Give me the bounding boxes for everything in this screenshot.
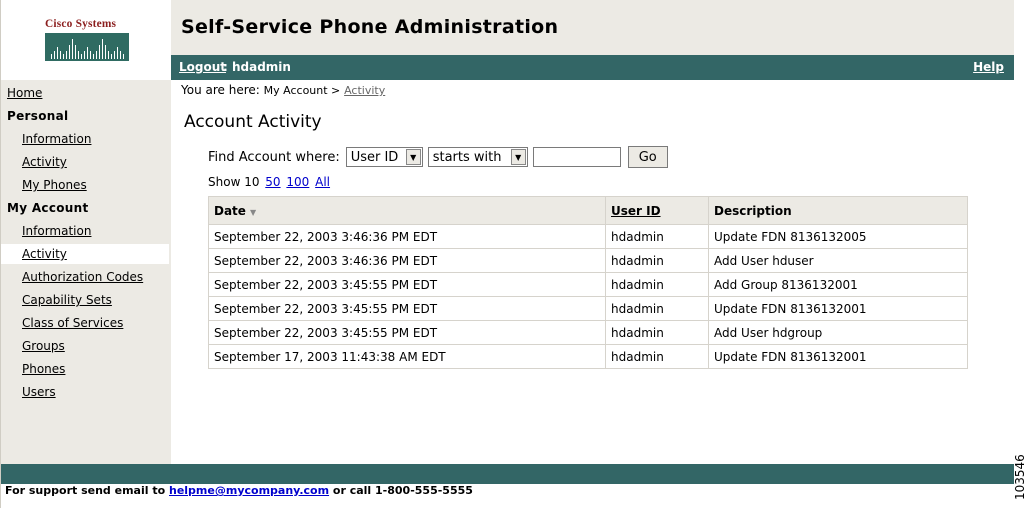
footer-suffix: or call 1-800-555-5555 (332, 484, 473, 497)
table-row: September 22, 2003 3:45:55 PM EDT hdadmi… (208, 320, 968, 345)
sidebar-item-home[interactable]: Home (1, 83, 169, 103)
logout-link[interactable]: Logout (179, 60, 226, 74)
page-size-all-link[interactable]: All (315, 175, 330, 189)
logo-bars-icon (45, 33, 129, 61)
column-header-date[interactable]: Date ▼ (208, 196, 606, 225)
cell-user: hdadmin (605, 296, 709, 321)
cell-description: Update FDN 8136132005 (708, 224, 968, 249)
cell-date: September 22, 2003 3:45:55 PM EDT (208, 272, 606, 297)
table-row: September 22, 2003 3:45:55 PM EDT hdadmi… (208, 296, 968, 321)
table-row: September 22, 2003 3:46:36 PM EDT hdadmi… (208, 224, 968, 249)
sort-down-icon: ▼ (249, 207, 257, 217)
page-size-selector: Show 10 50 100 All (208, 175, 330, 189)
support-email-link[interactable]: helpme@mycompany.com (169, 484, 329, 497)
column-header-description: Description (708, 196, 968, 225)
status-bar: Logout : hdadmin Help (171, 55, 1014, 80)
footer-bar (1, 464, 1014, 484)
table-row: September 17, 2003 11:43:38 AM EDT hdadm… (208, 344, 968, 369)
logo: Cisco Systems (1, 0, 171, 80)
cell-user: hdadmin (605, 224, 709, 249)
search-form: Find Account where: User ID ▼ starts wit… (208, 146, 668, 168)
sidebar-item-phones[interactable]: Phones (1, 359, 169, 379)
page-size-50-link[interactable]: 50 (265, 175, 280, 189)
show-label: Show 10 (208, 175, 260, 189)
cell-description: Add Group 8136132001 (708, 272, 968, 297)
table-header-row: Date ▼ User ID Description (208, 196, 968, 225)
field-select[interactable]: User ID ▼ (345, 147, 423, 167)
column-header-user-id[interactable]: User ID (605, 196, 709, 225)
sidebar-item-capability-sets[interactable]: Capability Sets (1, 290, 169, 310)
cell-description: Update FDN 8136132001 (708, 344, 968, 369)
page-title: Account Activity (184, 112, 322, 132)
cell-user: hdadmin (605, 272, 709, 297)
chevron-down-icon: ▼ (405, 149, 421, 165)
cell-date: September 17, 2003 11:43:38 AM EDT (208, 344, 606, 369)
cell-user: hdadmin (605, 248, 709, 273)
sidebar: Home Personal Information Activity My Ph… (1, 80, 171, 464)
sidebar-item-groups[interactable]: Groups (1, 336, 169, 356)
logo-text: Cisco Systems (45, 16, 117, 30)
sidebar-item-personal-activity[interactable]: Activity (1, 152, 169, 172)
sidebar-heading-my-account: My Account (7, 201, 89, 215)
breadcrumb: You are here: My Account > Activity (181, 83, 385, 97)
chevron-down-icon: ▼ (510, 149, 526, 165)
sidebar-item-account-information[interactable]: Information (1, 221, 169, 241)
breadcrumb-current-link[interactable]: Activity (344, 84, 385, 97)
sidebar-item-personal-information[interactable]: Information (1, 129, 169, 149)
breadcrumb-path: My Account > (263, 84, 341, 97)
help-link[interactable]: Help (973, 60, 1004, 74)
cell-description: Update FDN 8136132001 (708, 296, 968, 321)
app-title: Self-Service Phone Administration (181, 16, 559, 38)
cell-date: September 22, 2003 3:45:55 PM EDT (208, 296, 606, 321)
sidebar-item-account-activity[interactable]: Activity (1, 244, 169, 264)
go-button[interactable]: Go (627, 146, 668, 168)
header: Self-Service Phone Administration (171, 0, 1014, 55)
cell-user: hdadmin (605, 320, 709, 345)
table-row: September 22, 2003 3:46:36 PM EDT hdadmi… (208, 248, 968, 273)
table-row: September 22, 2003 3:45:55 PM EDT hdadmi… (208, 272, 968, 297)
cell-date: September 22, 2003 3:45:55 PM EDT (208, 320, 606, 345)
cell-description: Add User hdgroup (708, 320, 968, 345)
footer-support: For support send email to helpme@mycompa… (5, 484, 473, 498)
cell-description: Add User hduser (708, 248, 968, 273)
sidebar-item-authorization-codes[interactable]: Authorization Codes (1, 267, 169, 287)
cell-date: September 22, 2003 3:46:36 PM EDT (208, 224, 606, 249)
current-user: : hdadmin (223, 60, 291, 74)
sidebar-heading-personal: Personal (7, 109, 69, 123)
find-label: Find Account where: (208, 149, 340, 165)
footer-prefix: For support send email to (5, 484, 166, 497)
sidebar-item-class-of-services[interactable]: Class of Services (1, 313, 169, 333)
sidebar-item-users[interactable]: Users (1, 382, 169, 402)
operator-select[interactable]: starts with ▼ (427, 147, 528, 167)
sidebar-item-my-phones[interactable]: My Phones (1, 175, 169, 195)
figure-number: 103546 (1013, 454, 1027, 500)
activity-table: Date ▼ User ID Description September 22, … (208, 196, 968, 369)
page-size-100-link[interactable]: 100 (286, 175, 309, 189)
cell-date: September 22, 2003 3:46:36 PM EDT (208, 248, 606, 273)
search-input[interactable] (532, 147, 621, 167)
breadcrumb-prefix: You are here: (181, 83, 260, 97)
cell-user: hdadmin (605, 344, 709, 369)
